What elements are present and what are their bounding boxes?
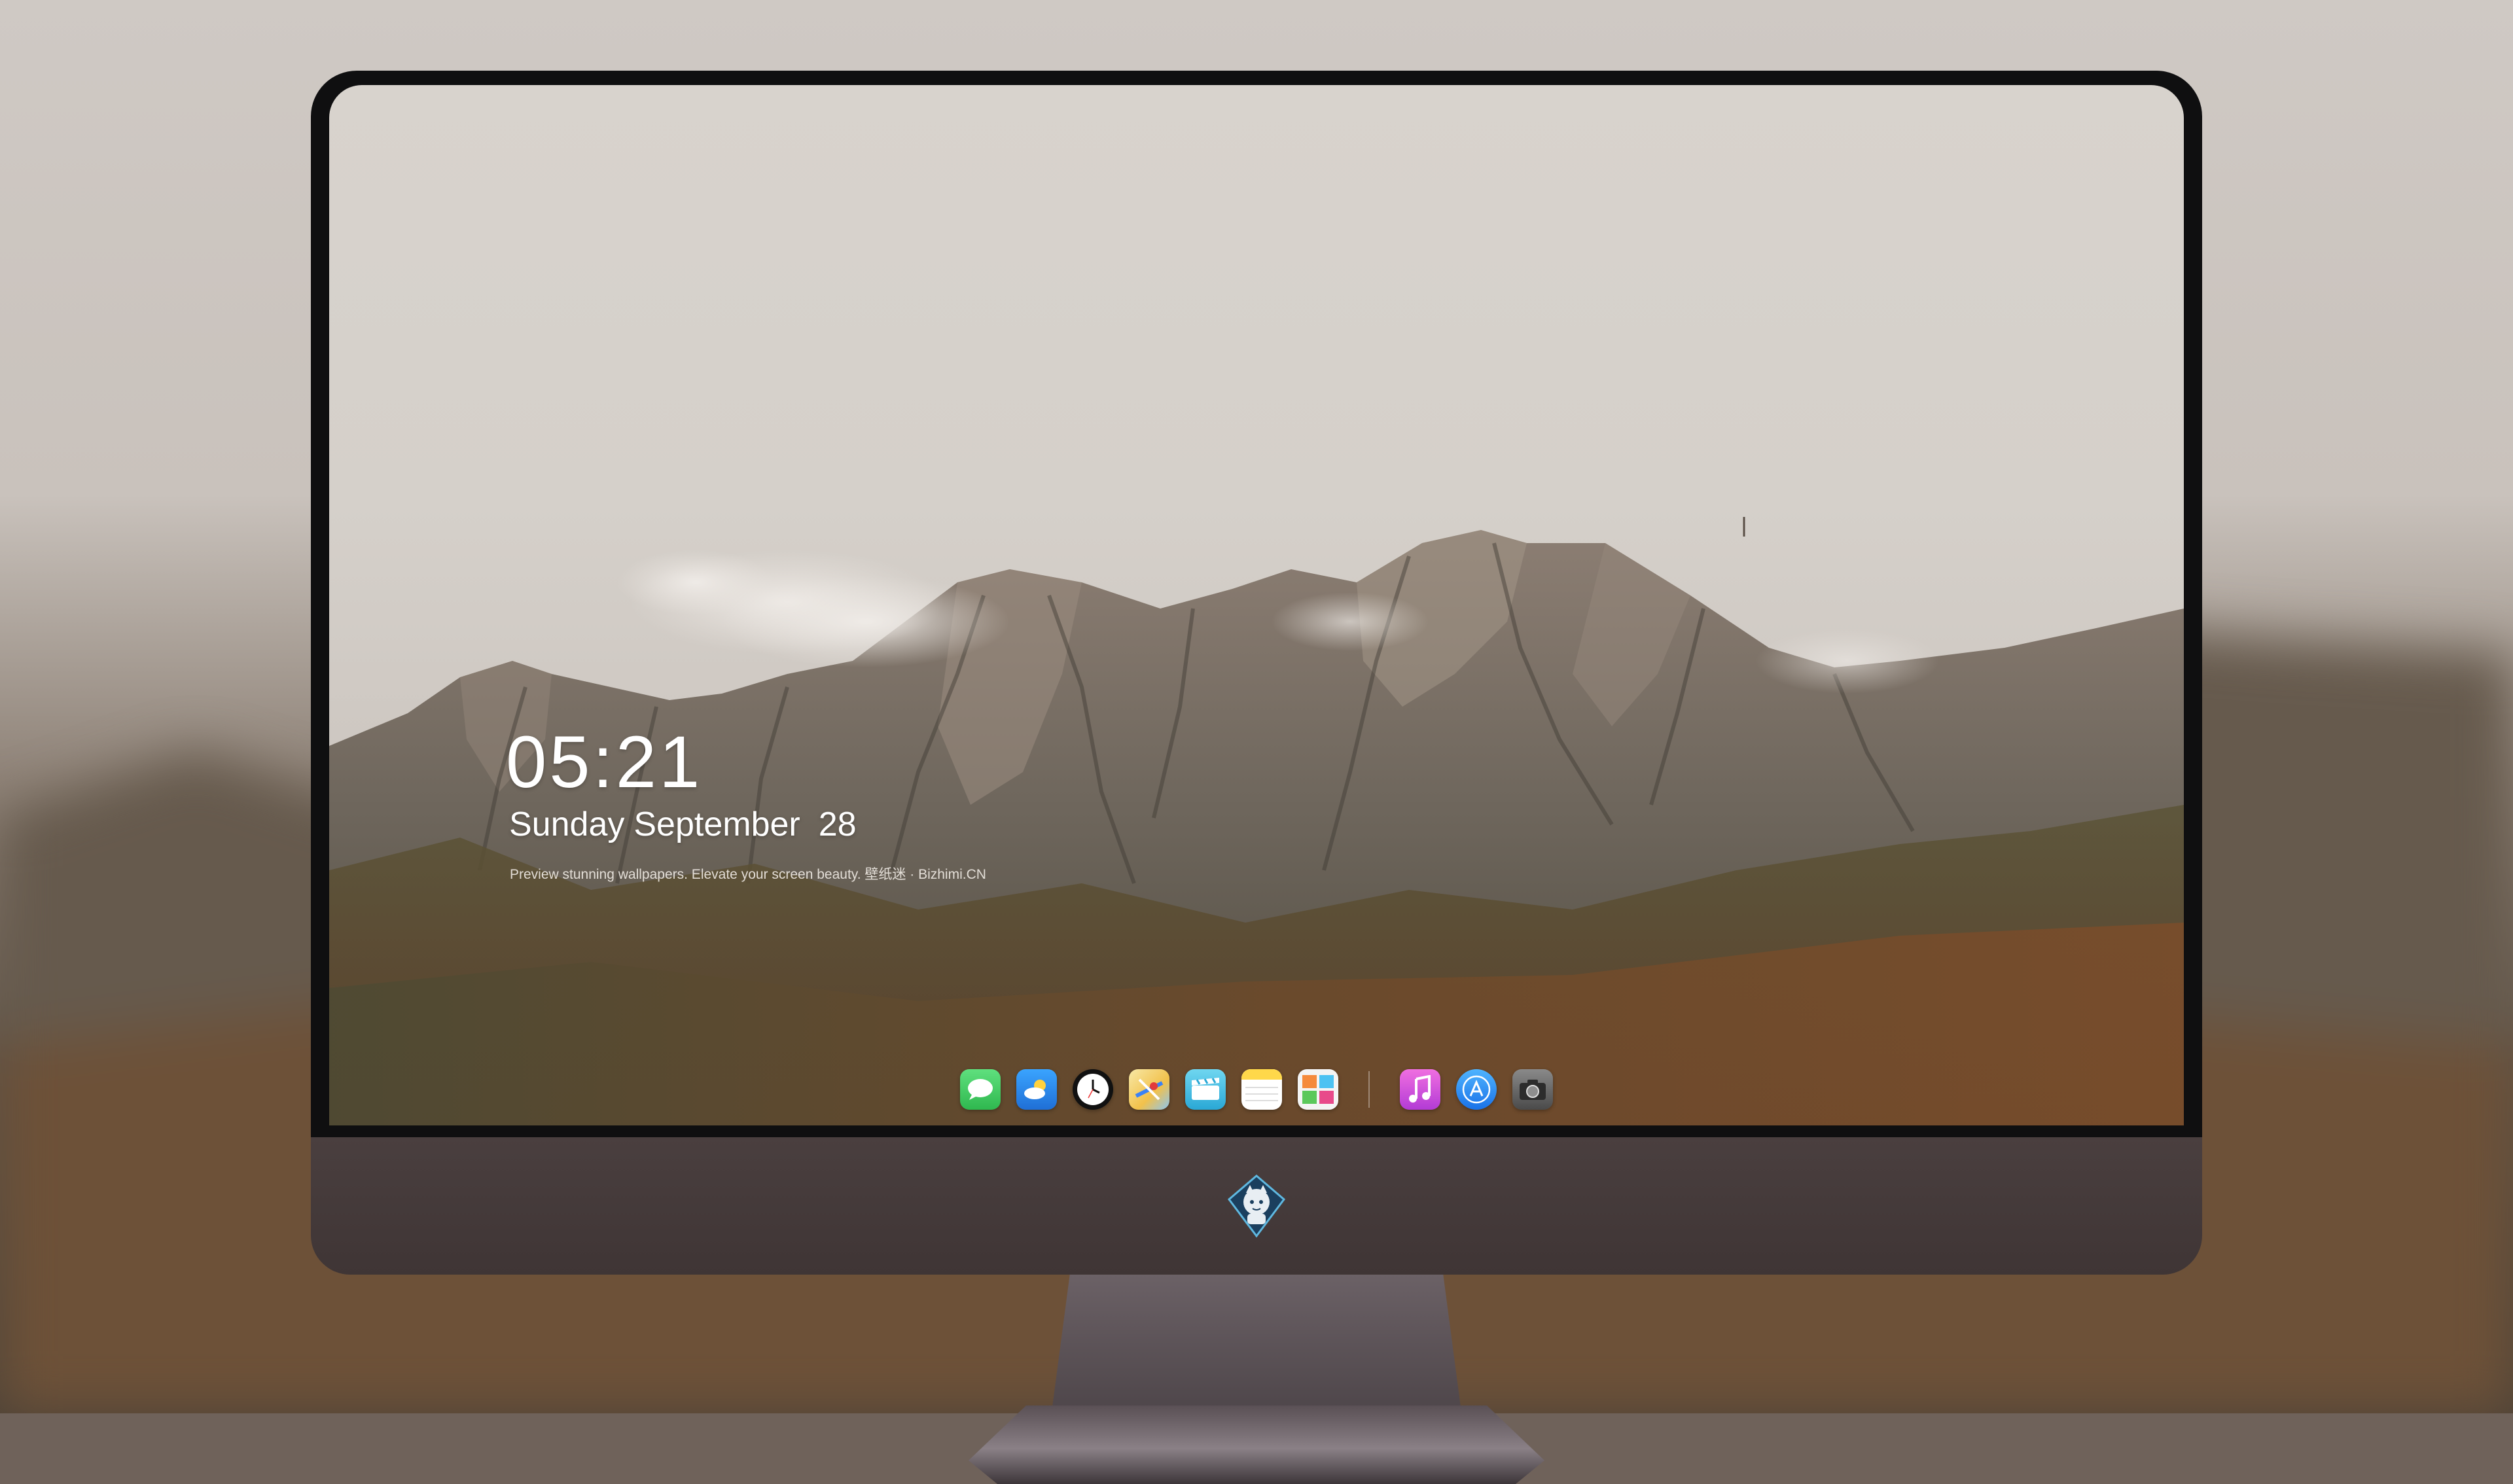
wallpaper-tagline: Preview stunning wallpapers. Elevate you… [510,867,986,882]
dock [329,1065,2184,1114]
camera-icon[interactable] [1512,1069,1553,1110]
weather-icon[interactable] [1016,1069,1057,1110]
lock-clock: 05:21 [506,721,703,803]
app-store-icon[interactable] [1456,1069,1497,1110]
photos-app-icon[interactable] [1298,1069,1338,1110]
weekday-label: Sunday [509,805,625,843]
mountain-wallpaper [329,517,2184,1125]
lock-date: Sunday September 28 [509,805,866,844]
brand-logo-icon [1227,1175,1286,1238]
clock-icon[interactable] [1073,1069,1113,1110]
maps-icon[interactable] [1129,1069,1169,1110]
lock-screen: 05:21 Sunday September 28 Preview stunning… [329,85,2184,1125]
monitor-stand-base [969,1405,1544,1484]
messages-icon[interactable] [960,1069,1001,1110]
itunes-icon[interactable] [1400,1069,1440,1110]
monitor-chin [311,1137,2202,1275]
monitor-bezel: 05:21 Sunday September 28 Preview stunning… [311,71,2202,1137]
notes-icon[interactable] [1241,1069,1282,1110]
month-label: September [633,805,800,843]
clips-icon[interactable] [1185,1069,1226,1110]
dock-separator [1368,1071,1370,1108]
imac-monitor: 05:21 Sunday September 28 Preview stunning… [311,71,2202,1484]
day-label: 28 [818,805,857,843]
